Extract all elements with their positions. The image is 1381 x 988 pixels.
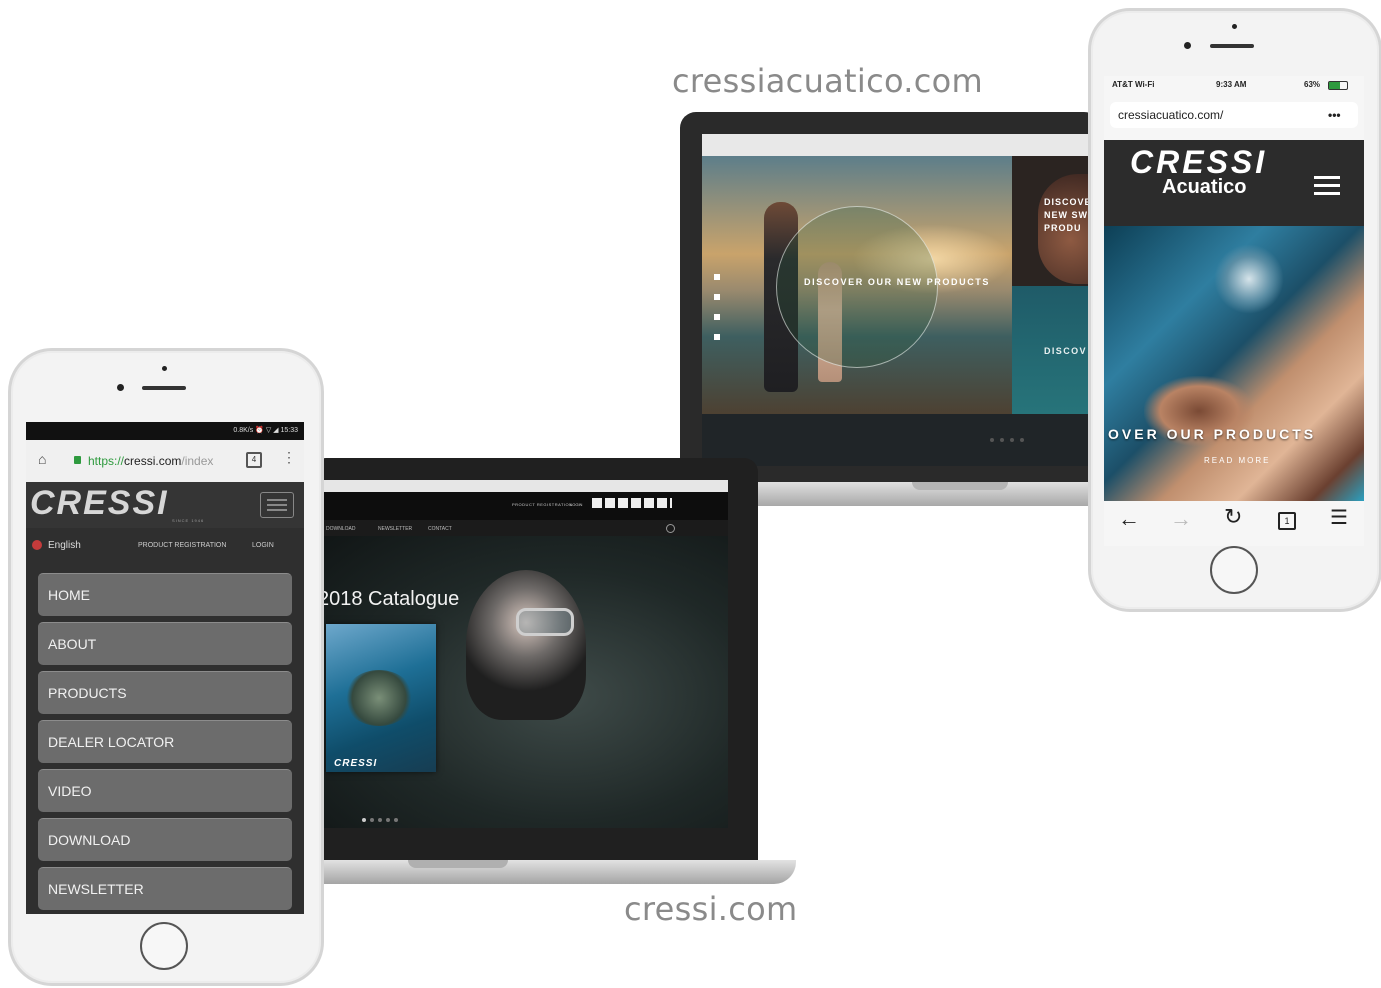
nav-contact[interactable]: CONTACT: [428, 526, 452, 532]
reload-icon[interactable]: ↻: [1224, 506, 1242, 528]
home-button[interactable]: [1210, 546, 1258, 594]
login-link[interactable]: LOGIN: [252, 542, 274, 549]
hero-title: 2018 Catalogue: [322, 588, 460, 610]
slider-dot[interactable]: [378, 818, 382, 822]
front-camera: [117, 384, 124, 391]
slider-dot[interactable]: [1010, 438, 1014, 442]
read-more-link[interactable]: READ MORE: [1204, 456, 1270, 465]
slider-dot[interactable]: [362, 818, 366, 822]
laptop-notch: [408, 860, 508, 868]
hamburger-line: [1314, 176, 1340, 179]
social-icons-row[interactable]: [592, 498, 672, 508]
home-button[interactable]: [140, 922, 188, 970]
laptop-screen: PRODUCT REGISTRATION LOGIN DOWNLOAD NEWS…: [322, 480, 728, 828]
catalogue-logo: CRESSI: [334, 758, 378, 769]
laptop-base: [300, 860, 796, 884]
phone-screen: AT&T Wi-Fi 9:33 AM 63% cressiacuatico.co…: [1104, 76, 1364, 546]
product-registration-link[interactable]: PRODUCT REGISTRATION: [138, 542, 226, 549]
hero-text: DISCOVER OUR NEW PRODUCTS: [804, 277, 991, 287]
diving-mask: [516, 608, 574, 636]
laptop-notch: [912, 482, 1008, 490]
sensor: [162, 366, 167, 371]
slider-dot[interactable]: [1000, 438, 1004, 442]
logo-tagline: SINCE 1946: [172, 518, 205, 523]
menu-video[interactable]: VIDEO: [38, 769, 292, 812]
browser-toolbar: [322, 480, 728, 492]
hamburger-line: [1314, 184, 1340, 187]
speaker-grille: [1210, 44, 1254, 48]
top-link-login[interactable]: LOGIN: [570, 502, 582, 507]
menu-icon[interactable]: ☰: [1330, 508, 1348, 528]
hamburger-menu-icon[interactable]: [1314, 176, 1340, 196]
battery-icon: [1328, 81, 1348, 90]
overflow-menu-icon[interactable]: ⋮: [282, 450, 296, 464]
caption-cressi-domain: cressi.com: [624, 890, 798, 928]
instagram-icon[interactable]: [714, 314, 720, 320]
hero-text: OVER OUR PRODUCTS: [1108, 426, 1317, 442]
browser-toolbar: [702, 134, 1092, 156]
tab-count-icon[interactable]: 4: [246, 452, 262, 468]
diver-face-image: [1214, 244, 1284, 314]
home-icon[interactable]: ⌂: [38, 452, 52, 466]
slider-dot[interactable]: [990, 438, 994, 442]
hero-circle-overlay: [776, 206, 938, 368]
twitter-icon[interactable]: [714, 294, 720, 300]
site-logo[interactable]: CRESSI: [30, 484, 169, 523]
menu-products[interactable]: PRODUCTS: [38, 671, 292, 714]
slider-dot[interactable]: [370, 818, 374, 822]
slider-dot[interactable]: [1020, 438, 1024, 442]
front-camera: [1184, 42, 1191, 49]
hamburger-line: [267, 499, 287, 501]
url-suffix: /index: [181, 454, 214, 468]
speaker-grille: [142, 386, 186, 390]
slider-dot[interactable]: [386, 818, 390, 822]
side-panel-text: DISCOVER NEW SW PRODU: [1044, 197, 1092, 233]
sensor: [1232, 24, 1237, 29]
site-logo-subtitle: Acuatico: [1162, 176, 1247, 198]
more-options-icon[interactable]: •••: [1328, 108, 1341, 122]
forward-arrow-icon[interactable]: →: [1170, 508, 1192, 530]
url-prefix: https://: [88, 454, 125, 468]
phone-screen: 0.8K/s ⏰ ▽ ◢ 15:33 ⌂ https://cressi.com/…: [26, 422, 304, 914]
nav-download[interactable]: DOWNLOAD: [326, 526, 355, 532]
lock-icon: [74, 456, 81, 464]
url-text[interactable]: https://cressi.com/index: [88, 454, 213, 468]
url-text[interactable]: cressiacuatico.com/: [1118, 108, 1223, 122]
carrier-label: AT&T Wi-Fi: [1112, 80, 1155, 89]
tab-count-icon[interactable]: 1: [1278, 512, 1296, 530]
hamburger-line: [1314, 192, 1340, 195]
hamburger-line: [267, 504, 287, 506]
language-selector[interactable]: English: [48, 540, 81, 551]
search-icon[interactable]: [666, 524, 675, 533]
diver-figure: [466, 570, 586, 720]
laptop-screen: DISCOVER OUR NEW PRODUCTS DISCOVER NEW S…: [702, 134, 1092, 466]
hamburger-menu-icon[interactable]: [260, 492, 294, 518]
battery-label: 63%: [1304, 80, 1321, 89]
clock-label: 9:33 AM: [1216, 80, 1247, 89]
menu-home[interactable]: HOME: [38, 573, 292, 616]
hamburger-line: [267, 509, 287, 511]
nav-newsletter[interactable]: NEWSLETTER: [378, 526, 412, 532]
status-bar-text: 0.8K/s ⏰ ▽ ◢ 15:33: [233, 427, 298, 434]
menu-download[interactable]: DOWNLOAD: [38, 818, 292, 861]
caption-acuatico-domain: cressiacuatico.com: [672, 62, 984, 100]
page-footer-area: [702, 414, 1092, 466]
language-flag-icon: [32, 540, 42, 550]
facebook-icon[interactable]: [714, 274, 720, 280]
menu-dealer-locator[interactable]: DEALER LOCATOR: [38, 720, 292, 763]
menu-newsletter[interactable]: NEWSLETTER: [38, 867, 292, 910]
top-link-registration[interactable]: PRODUCT REGISTRATION: [512, 502, 573, 507]
slider-dot[interactable]: [394, 818, 398, 822]
catalogue-fish-image: [344, 670, 414, 726]
back-arrow-icon[interactable]: ←: [1118, 508, 1140, 530]
menu-about[interactable]: ABOUT: [38, 622, 292, 665]
youtube-icon[interactable]: [714, 334, 720, 340]
battery-fill: [1329, 82, 1340, 89]
url-host: cressi.com: [124, 454, 182, 468]
side-panel-text-2: DISCOV: [1044, 346, 1087, 356]
